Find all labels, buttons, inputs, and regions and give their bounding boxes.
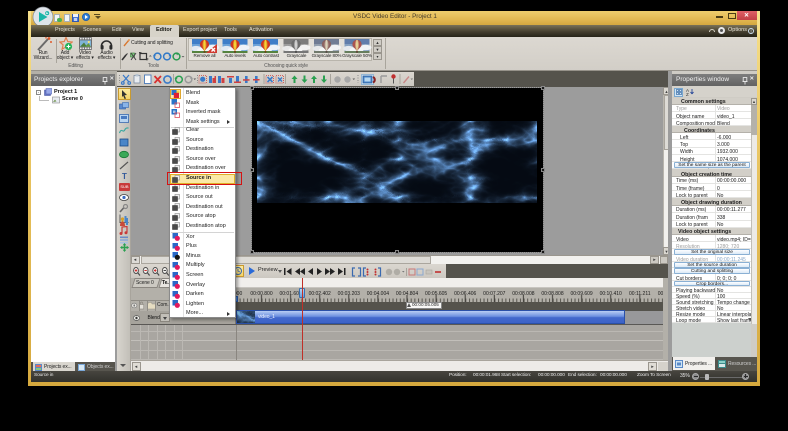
svg-text:Z: Z xyxy=(686,92,689,96)
